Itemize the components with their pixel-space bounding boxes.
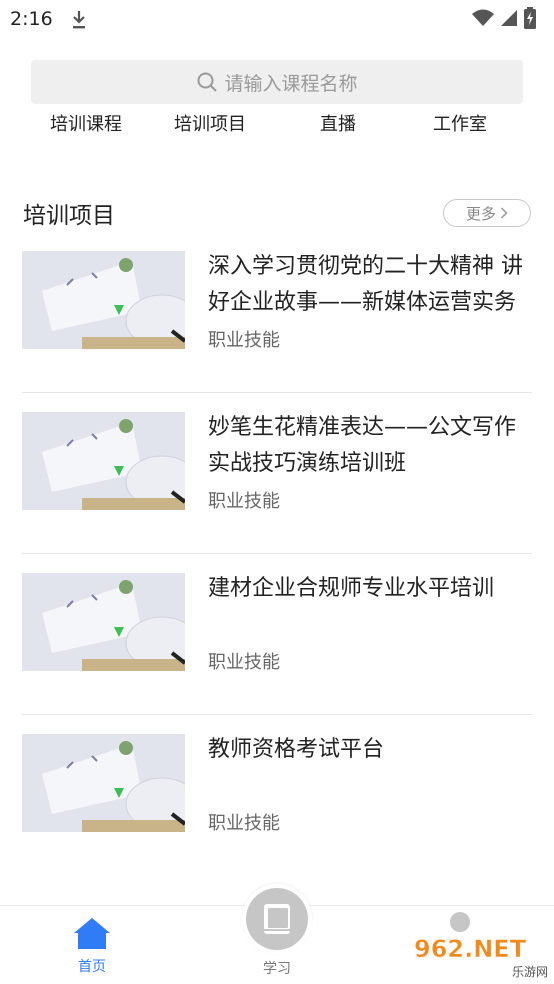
chevron-right-icon: [500, 207, 508, 219]
item-tag: 职业技能: [208, 813, 280, 834]
section-title: 培训项目: [23, 203, 115, 229]
item-title: 教师资格考试平台: [208, 737, 385, 762]
status-icons: [472, 7, 536, 29]
nav-home-label: 首页: [78, 959, 106, 975]
watermark-logo: 962.NET 乐游网: [414, 936, 550, 980]
list-item[interactable]: 教师资格考试平台 职业技能: [22, 715, 532, 876]
more-label: 更多: [465, 204, 496, 223]
search-icon: [197, 72, 218, 92]
item-tag: 职业技能: [208, 491, 280, 512]
status-bar: 2:16: [0, 0, 554, 40]
download-icon: [73, 11, 85, 29]
watermark-small: 乐游网: [511, 965, 548, 979]
item-title: 建材企业合规师专业水平培训: [208, 576, 495, 601]
status-time: 2:16: [10, 8, 53, 30]
search-input[interactable]: 请输入课程名称: [31, 60, 523, 104]
nav-home[interactable]: 首页: [66, 916, 118, 976]
book-icon: [264, 904, 290, 934]
tab-training-courses[interactable]: 培训课程: [50, 110, 122, 136]
item-tag: 职业技能: [208, 652, 280, 673]
battery-icon: [524, 7, 536, 29]
signal-icon: [501, 10, 517, 26]
tab-live[interactable]: 直播: [320, 110, 356, 136]
tab-studio[interactable]: 工作室: [433, 110, 487, 136]
item-title: 妙笔生花精准表达——公文写作实战技巧演练培训班: [208, 415, 517, 476]
course-thumbnail: [22, 412, 185, 510]
project-list: 深入学习贯彻党的二十大精神 讲好企业故事——新媒体运营实务 职业技能 妙笔生花精…: [22, 232, 532, 876]
course-thumbnail: [22, 251, 185, 349]
more-button[interactable]: 更多: [443, 199, 531, 227]
wifi-icon: [472, 9, 494, 26]
item-tag: 职业技能: [208, 330, 280, 351]
search-placeholder: 请输入课程名称: [224, 72, 358, 95]
list-item[interactable]: 妙笔生花精准表达——公文写作实战技巧演练培训班 职业技能: [22, 393, 532, 554]
course-thumbnail: [22, 734, 185, 832]
category-tabs: 培训课程 培训项目 直播 工作室: [0, 110, 554, 140]
home-icon: [74, 918, 110, 949]
list-item[interactable]: 深入学习贯彻党的二十大精神 讲好企业故事——新媒体运营实务 职业技能: [22, 232, 532, 393]
list-item[interactable]: 建材企业合规师专业水平培训 职业技能: [22, 554, 532, 715]
nav-study-label: 学习: [263, 961, 291, 977]
item-title: 深入学习贯彻党的二十大精神 讲好企业故事——新媒体运营实务: [208, 254, 523, 315]
nav-study[interactable]: [246, 888, 308, 950]
watermark-big: 962.NET: [414, 935, 527, 963]
tab-training-projects[interactable]: 培训项目: [174, 110, 246, 136]
course-thumbnail: [22, 573, 185, 671]
